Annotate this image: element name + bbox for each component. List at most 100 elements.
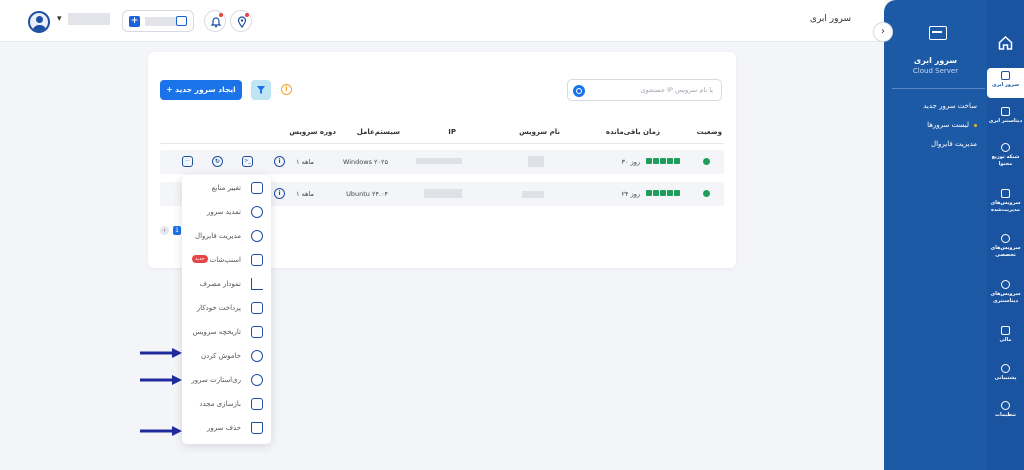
menu-item-rebuild[interactable]: بازسازی مجدد <box>182 393 271 415</box>
more-options-icon[interactable]: ··· <box>182 156 193 167</box>
wallet-button[interactable]: + <box>122 10 194 32</box>
menu-item-label: تغییر منابع <box>211 184 241 192</box>
col-status: وضعیت <box>696 128 722 136</box>
main-nav-rail: سرور ابری دیتاسنتر ابری شبکه توزیع محتوا… <box>987 0 1024 470</box>
menu-item-change-resources[interactable]: تغییر منابع <box>182 177 271 199</box>
top-bar: سرور ابری ▾ + <box>0 0 885 42</box>
notifications-button[interactable] <box>204 10 226 32</box>
chevron-down-icon[interactable]: ▾ <box>57 14 62 24</box>
subnav-create-server[interactable]: ساخت سرور جدید <box>923 102 977 110</box>
info-circle-icon[interactable]: i <box>274 156 285 167</box>
menu-item-power-off[interactable]: خاموش کردن <box>182 345 271 367</box>
prev-page-button[interactable]: ‹ <box>160 226 169 235</box>
filter-icon <box>257 86 265 94</box>
plus-icon: + <box>129 16 140 27</box>
nav-cloud-server[interactable]: سرور ابری <box>987 68 1024 98</box>
bell-icon <box>210 17 222 28</box>
search-placeholder: جستجوی IP یا نام سرویس <box>640 86 713 94</box>
menu-item-label: مدیریت فایروال <box>195 232 241 240</box>
rebuild-icon <box>251 398 263 410</box>
location-dot <box>245 13 249 17</box>
home-icon <box>998 36 1013 50</box>
nav-label: سرویس‌های دیتاسنتری <box>990 291 1021 304</box>
menu-item-delete[interactable]: حذف سرور <box>182 417 271 439</box>
console-icon[interactable]: >_ <box>242 156 253 167</box>
menu-item-firewall[interactable]: مدیریت فایروال <box>182 225 271 247</box>
chart-icon <box>251 278 263 290</box>
active-bullet <box>974 123 977 127</box>
menu-item-restart[interactable]: ری‌استارت سرور <box>182 369 271 391</box>
wallet-balance-redacted <box>145 17 177 26</box>
table-row[interactable]: ۳۰ روز Windows ۲۰۲۵ ۱ ماهه i >_ ↻ ··· <box>160 150 724 174</box>
info-circle-icon[interactable]: i <box>274 188 285 199</box>
subnav-server-list[interactable]: لیست سرورها <box>927 121 977 129</box>
specialized-icon <box>1001 234 1010 243</box>
os-value: Ubuntu ۲۴.۰۴ <box>346 190 388 198</box>
filter-button[interactable] <box>251 80 271 100</box>
nav-label: پشتیبانی <box>994 375 1017 381</box>
col-os: سیستم‌عامل <box>356 128 400 136</box>
nav-label: مالی <box>999 337 1012 343</box>
menu-item-auto-pay[interactable]: پرداخت خودکار <box>182 297 271 319</box>
section-divider <box>892 88 985 89</box>
section-title: سرور ابری <box>913 56 958 65</box>
annotation-arrow <box>140 348 182 358</box>
gear-icon <box>1001 401 1010 410</box>
annotation-arrow <box>140 375 182 385</box>
col-ip: IP <box>448 128 456 136</box>
nav-managed-services[interactable]: سرویس‌های مدیریت‌شده <box>987 189 1024 214</box>
server-icon <box>929 26 947 40</box>
days-left: ۳۰ روز <box>621 158 640 166</box>
menu-item-label: ری‌استارت سرور <box>191 376 241 384</box>
user-avatar[interactable] <box>28 11 50 33</box>
refresh-icon[interactable]: ↻ <box>212 156 223 167</box>
toggle-icon <box>251 350 263 362</box>
location-button[interactable] <box>230 10 252 32</box>
info-icon[interactable]: i <box>281 84 292 95</box>
collapse-sidebar-button[interactable]: › <box>873 22 893 42</box>
subnav-firewall[interactable]: مدیریت فایروال <box>931 140 977 148</box>
nav-label: سرویس‌های تخصصی <box>990 245 1021 258</box>
notification-dot <box>219 13 223 17</box>
section-subtitle: Cloud Server <box>912 67 959 75</box>
menu-item-history[interactable]: تاریخچه سرویس <box>182 321 271 343</box>
calendar-icon <box>251 326 263 338</box>
search-icon <box>573 85 585 97</box>
nav-finance[interactable]: مالی <box>987 326 1024 344</box>
nav-label: شبکه توزیع محتوا <box>991 154 1020 167</box>
server-actions-menu: تغییر منابع تمدید سرور مدیریت فایروال اس… <box>182 175 271 444</box>
menu-item-label: تاریخچه سرویس <box>192 328 241 336</box>
nav-cdn[interactable]: شبکه توزیع محتوا <box>987 143 1024 168</box>
section-panel: سرور ابری Cloud Server ساخت سرور جدید لی… <box>884 0 987 470</box>
search-input[interactable]: جستجوی IP یا نام سرویس <box>567 79 722 101</box>
menu-item-renew[interactable]: تمدید سرور <box>182 201 271 223</box>
page-1-button[interactable]: 1 <box>173 226 181 235</box>
nav-specialized-services[interactable]: سرویس‌های تخصصی <box>987 234 1024 259</box>
annotation-arrow <box>140 426 182 436</box>
nav-datacenter-services[interactable]: سرویس‌های دیتاسنتری <box>987 280 1024 305</box>
menu-item-snapshot[interactable]: اسنپ‌شات جدید <box>182 249 271 271</box>
status-online-dot <box>703 158 710 165</box>
user-name-redacted <box>68 13 110 25</box>
col-period: دوره سرویس <box>289 128 336 136</box>
nav-settings[interactable]: تنظیمات <box>987 401 1024 419</box>
time-left-bars <box>645 190 680 198</box>
datacenter-services-icon <box>1001 280 1010 289</box>
finance-icon <box>1001 326 1010 335</box>
menu-item-label: نمودار مصرف <box>199 280 241 288</box>
nav-cloud-datacenter[interactable]: دیتاسنتر ابری <box>987 107 1024 125</box>
home-button[interactable] <box>987 34 1024 54</box>
server-icon <box>1001 71 1010 80</box>
menu-item-usage-chart[interactable]: نمودار مصرف <box>182 273 271 295</box>
ip-redacted <box>416 158 462 164</box>
menu-item-label: تمدید سرور <box>206 208 241 216</box>
create-server-button[interactable]: + ایجاد سرور جدید <box>160 80 242 100</box>
table-header: وضعیت زمان باقی‌مانده نام سرویس IP سیستم… <box>148 122 736 142</box>
resize-icon <box>251 182 263 194</box>
nav-support[interactable]: پشتیبانی <box>987 364 1024 382</box>
support-icon <box>1001 364 1010 373</box>
service-name-redacted <box>528 156 544 167</box>
shield-icon <box>251 230 263 242</box>
nav-label: سرور ابری <box>991 82 1020 88</box>
managed-icon <box>1001 189 1010 198</box>
